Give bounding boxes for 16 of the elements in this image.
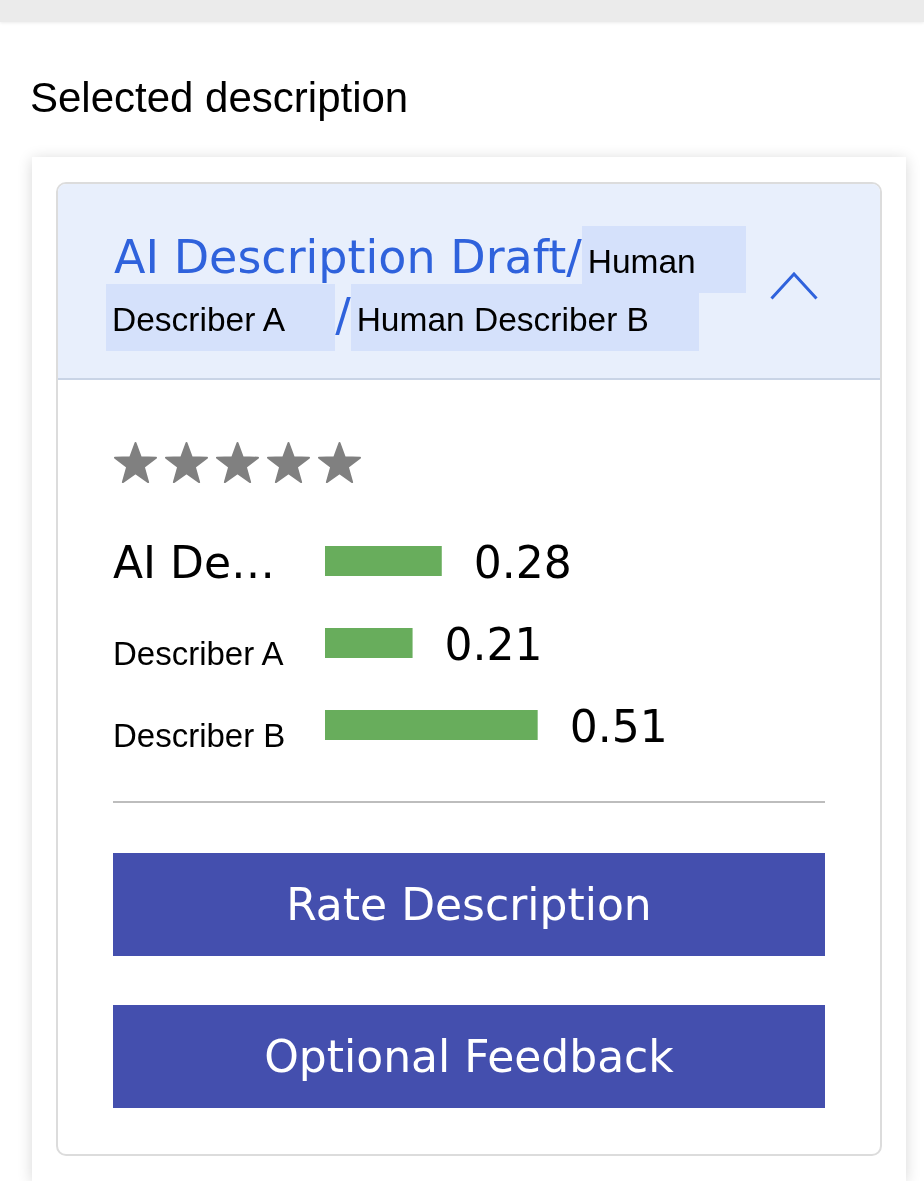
chevron-up-icon[interactable] — [770, 272, 818, 300]
score-value: 0.28 — [473, 537, 572, 588]
star-icon[interactable] — [113, 441, 158, 484]
star-icon[interactable] — [266, 441, 311, 484]
score-value: 0.21 — [444, 619, 543, 670]
section-heading: Selected description — [30, 73, 409, 123]
score-label: Describer B — [113, 717, 286, 754]
score-label: Describer A — [113, 635, 284, 672]
action-button[interactable]: Rate Description — [113, 853, 825, 956]
star-icon[interactable] — [164, 441, 209, 484]
action-button[interactable]: Optional Feedback — [113, 1005, 825, 1108]
accordion-header[interactable]: AI Description Draft/Human Describer A /Human Describer B — [58, 184, 880, 380]
star-icon[interactable] — [215, 441, 260, 484]
score-label: AI De… — [113, 537, 275, 588]
score-value: 0.51 — [569, 701, 668, 752]
star-icon[interactable] — [317, 441, 362, 484]
